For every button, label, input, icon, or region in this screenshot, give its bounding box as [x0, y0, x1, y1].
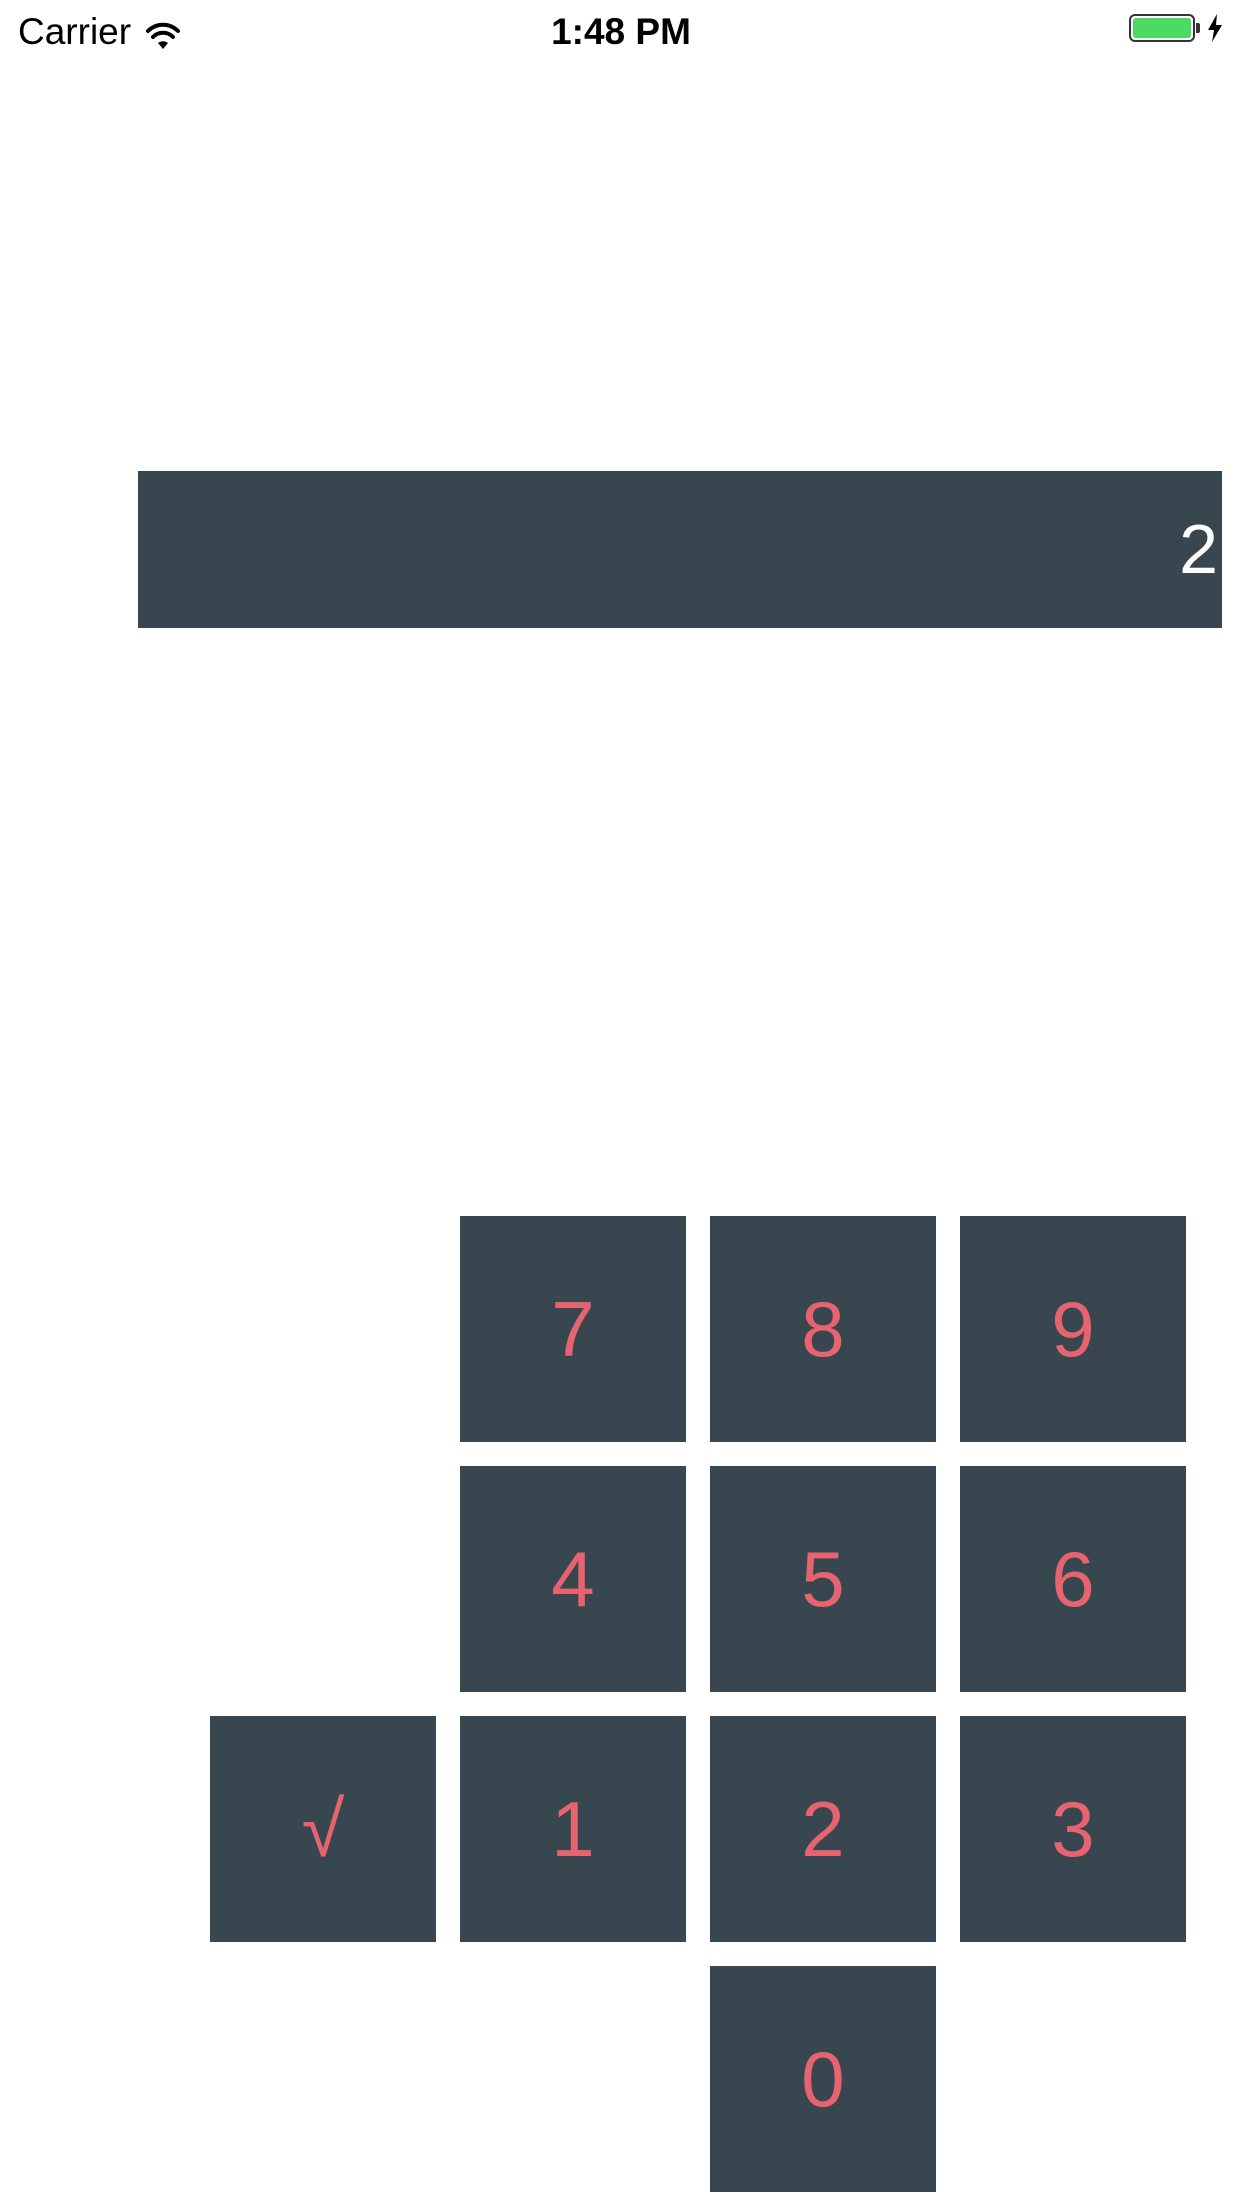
- battery-body: [1129, 14, 1195, 42]
- key-label: 6: [1051, 1535, 1095, 1623]
- charging-bolt-icon: [1206, 14, 1224, 42]
- battery-level: [1133, 18, 1191, 38]
- key-label: 1: [551, 1785, 595, 1873]
- clock: 1:48 PM: [551, 11, 691, 52]
- key-label: 5: [801, 1535, 845, 1623]
- square-root-button[interactable]: √: [210, 1716, 436, 1942]
- calculator-display: 2: [138, 471, 1222, 628]
- battery-icon: [1129, 14, 1224, 42]
- key-5-button[interactable]: 5: [710, 1466, 936, 1692]
- key-label: 3: [1051, 1785, 1095, 1873]
- key-9-button[interactable]: 9: [960, 1216, 1186, 1442]
- key-1-button[interactable]: 1: [460, 1716, 686, 1942]
- key-8-button[interactable]: 8: [710, 1216, 936, 1442]
- key-0-button[interactable]: 0: [710, 1966, 936, 2192]
- key-2-button[interactable]: 2: [710, 1716, 936, 1942]
- status-bar: Carrier 1:48 PM: [0, 0, 1242, 60]
- key-3-button[interactable]: 3: [960, 1716, 1186, 1942]
- key-label: 9: [1051, 1285, 1095, 1373]
- key-7-button[interactable]: 7: [460, 1216, 686, 1442]
- key-6-button[interactable]: 6: [960, 1466, 1186, 1692]
- battery-nub: [1196, 23, 1200, 33]
- key-label: 8: [801, 1285, 845, 1373]
- key-label: 2: [801, 1785, 845, 1873]
- display-value: 2: [1179, 510, 1218, 588]
- key-label: 0: [801, 2035, 845, 2123]
- key-4-button[interactable]: 4: [460, 1466, 686, 1692]
- key-label: 7: [551, 1285, 595, 1373]
- key-label: √: [301, 1785, 345, 1873]
- key-label: 4: [551, 1535, 595, 1623]
